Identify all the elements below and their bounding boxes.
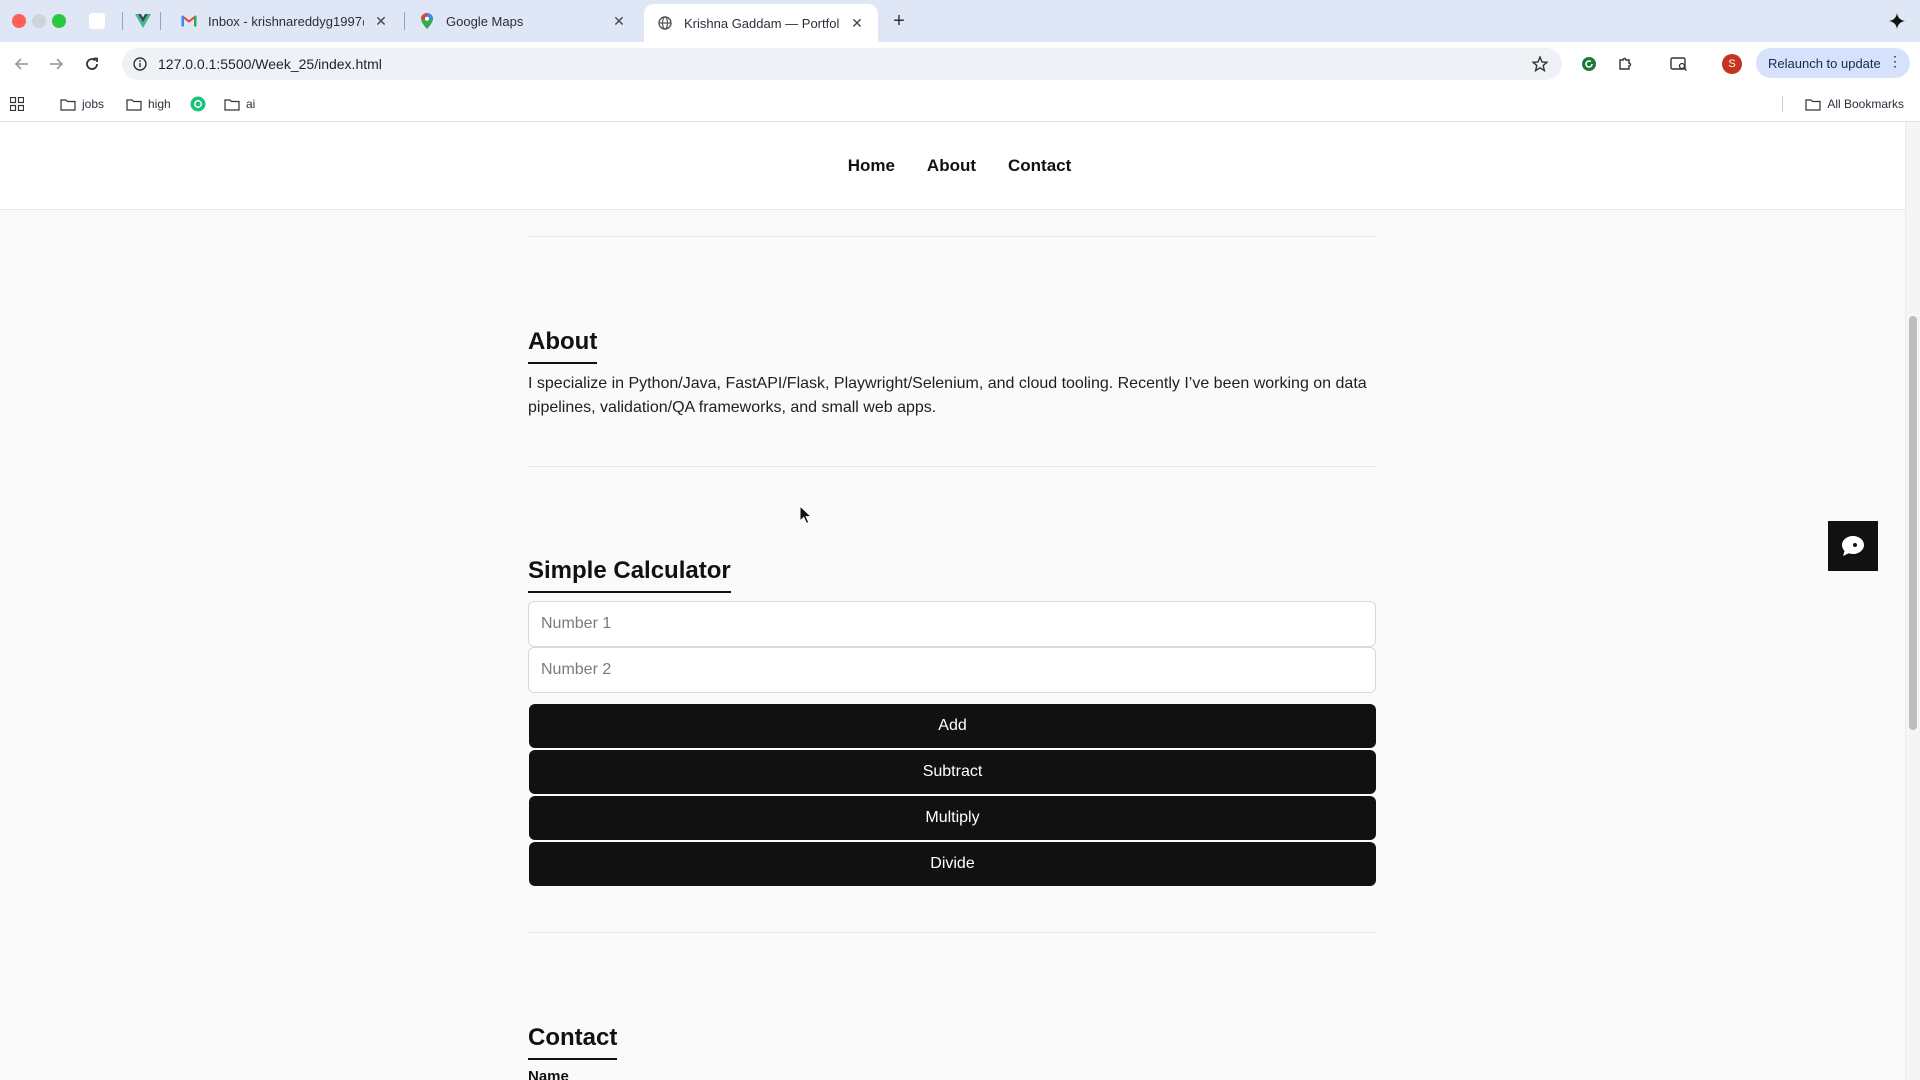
minimize-window-button[interactable] <box>32 14 46 28</box>
blank-page-icon <box>89 13 105 29</box>
relaunch-to-update-button[interactable]: Relaunch to update ⋮ <box>1756 48 1910 78</box>
bookmarks-bar: jobs high ai All Bookmarks <box>0 86 1920 122</box>
tab-portfolio[interactable]: Krishna Gaddam — Portfolio ✕ <box>644 4 878 42</box>
tab-title: Krishna Gaddam — Portfolio <box>684 15 840 31</box>
vue-icon <box>135 14 151 28</box>
close-tab-icon[interactable]: ✕ <box>848 14 866 32</box>
tab-title: Inbox - krishnareddyg1997@gmail.com <box>208 13 364 29</box>
multiply-button[interactable]: Multiply <box>529 796 1376 840</box>
new-tab-button[interactable]: + <box>886 8 912 34</box>
scrollbar-thumb[interactable] <box>1909 316 1917 730</box>
page-scrollbar[interactable] <box>1905 122 1920 1080</box>
tab-search-icon[interactable] <box>1668 53 1690 75</box>
browser-tab-bar: Inbox - krishnareddyg1997@gmail.com ✕ Go… <box>0 0 1920 42</box>
globe-icon <box>656 14 674 32</box>
calculator-heading: Simple Calculator <box>528 557 731 593</box>
page-viewport: Home About Contact About I specialize in… <box>0 122 1920 1080</box>
reload-icon[interactable] <box>80 52 104 76</box>
extensions-puzzle-icon[interactable] <box>1614 53 1636 75</box>
bookmark-label: ai <box>246 97 256 111</box>
more-menu-icon[interactable]: ⋮ <box>1888 53 1902 70</box>
apps-grid-icon[interactable] <box>10 94 30 114</box>
tab-separator <box>404 12 405 30</box>
bookmark-chatgpt[interactable] <box>190 94 212 114</box>
site-info-icon[interactable] <box>132 56 148 72</box>
close-window-button[interactable] <box>12 14 26 28</box>
browser-toolbar: 127.0.0.1:5500/Week_25/index.html S Rela… <box>0 42 1920 86</box>
bookmark-separator <box>1782 96 1783 112</box>
contact-heading: Contact <box>528 1024 618 1060</box>
section-divider <box>528 932 1376 933</box>
back-arrow-icon[interactable] <box>10 52 34 76</box>
folder-icon <box>224 98 240 111</box>
gmail-icon <box>180 12 198 30</box>
tab-gmail[interactable]: Inbox - krishnareddyg1997@gmail.com ✕ <box>168 4 402 38</box>
about-text: I specialize in Python/Java, FastAPI/Fla… <box>528 375 1367 416</box>
url-text: 127.0.0.1:5500/Week_25/index.html <box>158 56 382 72</box>
maximize-window-button[interactable] <box>52 14 66 28</box>
bookmark-folder-ai[interactable]: ai <box>224 94 255 114</box>
folder-icon <box>126 98 142 111</box>
profile-avatar[interactable]: S <box>1722 54 1742 74</box>
mouse-cursor-icon <box>799 505 813 525</box>
add-button[interactable]: Add <box>529 704 1376 748</box>
tab-title: Google Maps <box>446 13 524 29</box>
bookmark-star-icon[interactable] <box>1530 54 1550 74</box>
chatgpt-icon <box>190 96 206 112</box>
name-label: Name <box>528 1068 569 1080</box>
bookmark-label: jobs <box>82 97 105 111</box>
address-bar[interactable]: 127.0.0.1:5500/Week_25/index.html <box>122 48 1562 80</box>
pinned-tab-blank[interactable] <box>86 10 108 32</box>
close-tab-icon[interactable]: ✕ <box>610 12 628 30</box>
nav-link-home[interactable]: Home <box>848 156 895 176</box>
forward-arrow-icon[interactable] <box>44 52 68 76</box>
extension-refresh-icon[interactable] <box>1578 53 1600 75</box>
tab-separator <box>122 12 123 30</box>
section-divider <box>528 236 1376 237</box>
tab-separator <box>160 12 161 30</box>
folder-icon <box>60 98 76 111</box>
about-heading: About <box>528 328 598 364</box>
all-bookmarks-label: All Bookmarks <box>1827 97 1904 111</box>
pinned-tab-vue[interactable] <box>132 10 154 32</box>
number-2-input[interactable] <box>528 647 1376 693</box>
number-1-input[interactable] <box>528 601 1376 647</box>
relaunch-label: Relaunch to update <box>1768 55 1881 71</box>
maps-icon <box>418 12 436 30</box>
section-divider <box>528 466 1376 467</box>
gemini-sparkle-icon[interactable] <box>1886 10 1908 32</box>
nav-link-contact[interactable]: Contact <box>1008 156 1071 176</box>
tab-google-maps[interactable]: Google Maps ✕ <box>406 4 640 38</box>
folder-icon <box>1805 98 1821 111</box>
bookmark-folder-high[interactable]: high <box>126 94 171 114</box>
bookmark-folder-jobs[interactable]: jobs <box>60 94 104 114</box>
close-tab-icon[interactable]: ✕ <box>372 12 390 30</box>
nav-link-about[interactable]: About <box>927 156 976 176</box>
subtract-button[interactable]: Subtract <box>529 750 1376 794</box>
bookmark-label: high <box>148 97 171 111</box>
chat-bubble-icon <box>1842 536 1864 556</box>
all-bookmarks-button[interactable]: All Bookmarks <box>1805 94 1904 114</box>
site-navigation: Home About Contact <box>0 122 1905 210</box>
chat-widget-button[interactable] <box>1828 521 1878 571</box>
divide-button[interactable]: Divide <box>529 842 1376 886</box>
